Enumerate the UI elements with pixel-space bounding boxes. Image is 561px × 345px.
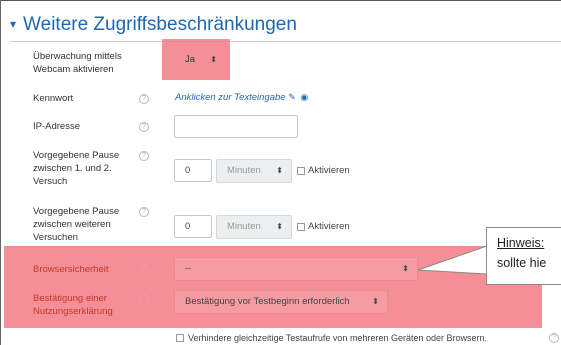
pause1-unit-value: Minuten: [227, 165, 261, 176]
help-icon[interactable]: ?: [139, 264, 149, 274]
help-icon[interactable]: ?: [139, 207, 149, 217]
consent-select[interactable]: Bestätigung vor Testbeginn erforderlich …: [174, 290, 388, 314]
chevron-down-icon[interactable]: ▾: [10, 17, 16, 31]
select-caret-icon: ⬍: [276, 166, 283, 175]
pause2-label: Vorgegebene Pause zwischen weiteren Vers…: [33, 205, 119, 244]
select-caret-icon: ⬍: [372, 297, 379, 306]
section-title: Weitere Zugriffsbeschränkungen: [23, 14, 297, 35]
concurrent-checkbox-label[interactable]: Verhindere gleichzeitige Testaufrufe von…: [188, 333, 487, 343]
concurrent-checkbox[interactable]: [176, 334, 184, 342]
webcam-label-line1: Überwachung mittels: [33, 51, 122, 62]
pause1-number-input[interactable]: 0: [174, 159, 212, 182]
browser-select[interactable]: -- ⬍: [174, 257, 418, 281]
help-icon[interactable]: ?: [139, 122, 149, 132]
consent-label: Bestätigung einer Nutzungserklärung: [33, 292, 113, 318]
ip-label: IP-Adresse: [33, 121, 80, 132]
webcam-label-line2: Webcam aktivieren: [33, 64, 114, 75]
browser-select-value: --: [185, 263, 192, 274]
webcam-select[interactable]: Ja ⬍: [175, 49, 223, 71]
window-top-border: [0, 0, 561, 1]
browser-label: Browsersicherheit: [33, 264, 109, 275]
callout-tail: [418, 245, 488, 275]
pause1-checkbox-label[interactable]: Aktivieren: [308, 165, 350, 176]
password-link-text[interactable]: Anklicken zur Texteingabe: [175, 92, 286, 103]
pause1-label: Vorgegebene Pause zwischen 1. und 2. Ver…: [33, 149, 119, 188]
section-divider: [10, 41, 561, 42]
pause2-number-input[interactable]: 0: [174, 215, 212, 238]
password-label: Kennwort: [33, 93, 74, 104]
pause2-checkbox[interactable]: [297, 223, 305, 231]
pause1-checkbox[interactable]: [297, 167, 305, 175]
password-link[interactable]: Anklicken zur Texteingabe ✎ ◉: [175, 92, 308, 103]
pause2-unit-value: Minuten: [227, 221, 261, 232]
select-caret-icon: ⬍: [402, 264, 409, 273]
section-header[interactable]: ▾ Weitere Zugriffsbeschränkungen: [10, 14, 297, 36]
pause1-label-line3: Versuch: [33, 176, 68, 187]
consent-select-value: Bestätigung vor Testbeginn erforderlich: [185, 296, 350, 307]
window-left-border: [0, 0, 1, 345]
webcam-select-value: Ja: [185, 54, 196, 65]
pause2-unit-select[interactable]: Minuten ⬍: [216, 215, 292, 239]
pause2-label-line1: Vorgegebene Pause: [33, 206, 120, 217]
select-caret-icon: ⬍: [276, 222, 283, 231]
help-icon[interactable]: ?: [139, 294, 149, 304]
callout-heading: Hinweis:: [497, 236, 545, 250]
help-icon[interactable]: ?: [549, 333, 559, 343]
pause1-label-line2: zwischen 1. und 2.: [33, 163, 112, 174]
callout-text: sollte hie: [497, 256, 547, 270]
callout-box: Hinweis: sollte hie: [486, 227, 561, 285]
eye-icon[interactable]: ◉: [300, 92, 308, 102]
webcam-label: Überwachung mittels Webcam aktivieren: [33, 50, 122, 76]
pause2-label-line2: zwischen weiteren: [33, 219, 111, 230]
pencil-icon[interactable]: ✎: [288, 92, 296, 102]
consent-label-line2: Nutzungserklärung: [33, 306, 113, 317]
help-icon[interactable]: ?: [139, 151, 149, 161]
consent-label-line1: Bestätigung einer: [33, 293, 107, 304]
select-caret-icon: ⬍: [210, 55, 217, 64]
ip-input[interactable]: [174, 115, 298, 138]
pause1-label-line1: Vorgegebene Pause: [33, 150, 120, 161]
pause2-label-line3: Versuchen: [33, 232, 78, 243]
pause2-checkbox-label[interactable]: Aktivieren: [308, 221, 350, 232]
pause1-unit-select[interactable]: Minuten ⬍: [216, 159, 292, 183]
help-icon[interactable]: ?: [139, 94, 149, 104]
